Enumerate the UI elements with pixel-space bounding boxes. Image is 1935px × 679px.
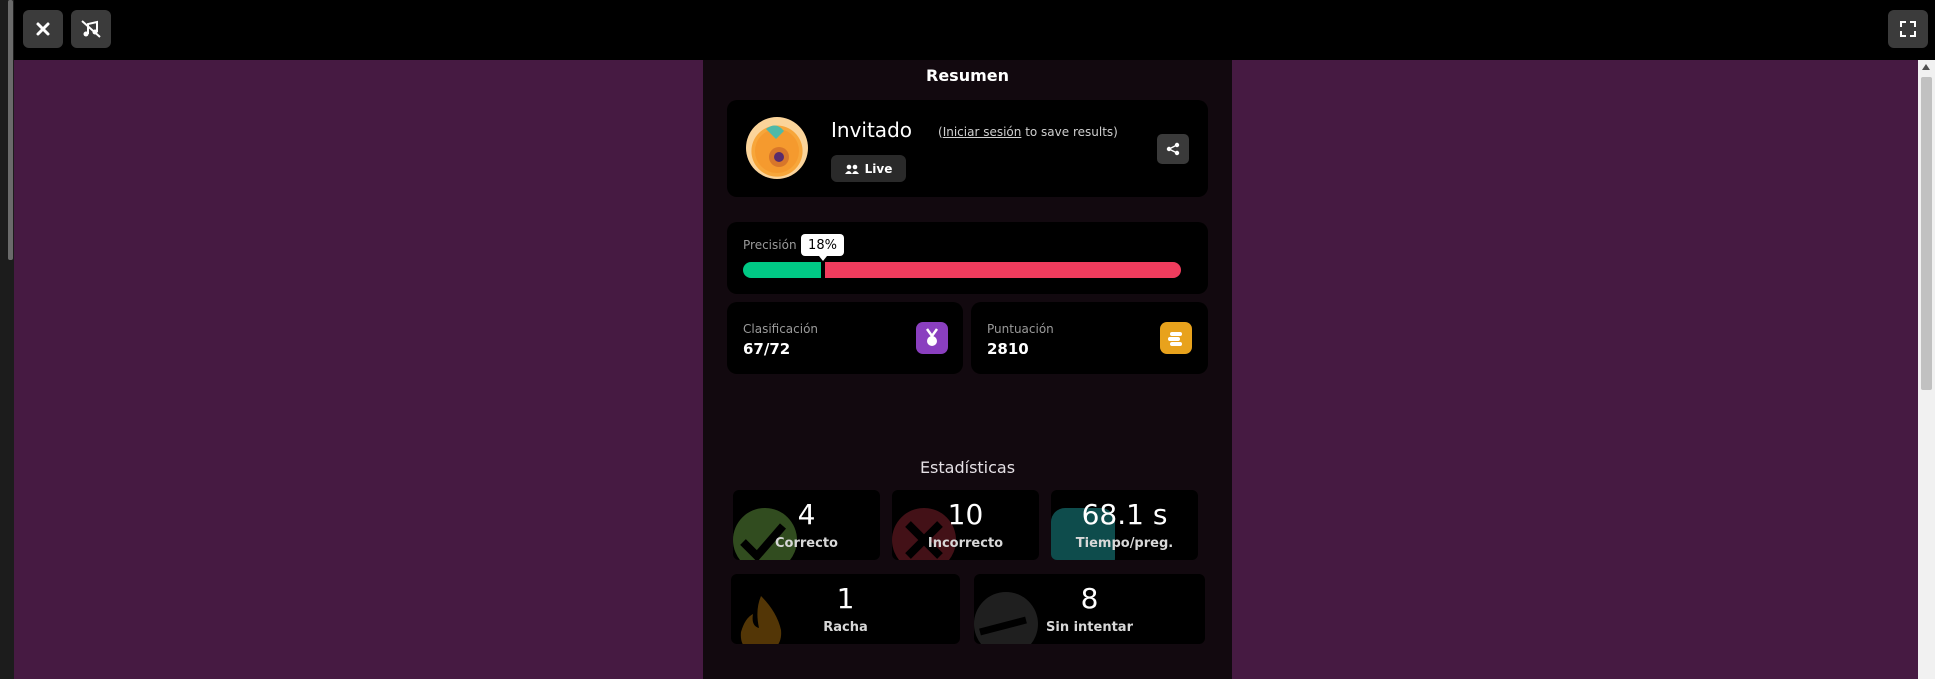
music-off-icon [81, 20, 101, 38]
stat-unattempted-value: 8 [1080, 582, 1099, 615]
live-mode-badge: Live [831, 155, 906, 182]
accuracy-incorrect-bar [825, 262, 1181, 278]
stat-streak-label: Racha [823, 620, 868, 635]
summary-title: Resumen [926, 66, 1009, 85]
page-scrollbar[interactable] [1918, 60, 1935, 679]
stat-unattempted-label: Sin intentar [1046, 620, 1133, 635]
mute-music-button[interactable] [71, 10, 111, 48]
stat-streak-value: 1 [836, 582, 855, 615]
stats-title: Estadísticas [919, 458, 1016, 477]
close-button[interactable] [23, 10, 63, 48]
stat-time-value: 68.1 s [1081, 498, 1168, 531]
medal-icon [916, 322, 948, 354]
rank-label: Clasificación [743, 322, 819, 336]
avatar-icon [755, 125, 799, 173]
rank-card: Clasificación 67/72 [727, 302, 963, 374]
stat-unattempted: 8 Sin intentar [974, 574, 1205, 644]
score-label: Puntuación [987, 322, 1054, 336]
stat-streak: 1 Racha [731, 574, 960, 644]
share-icon [1166, 142, 1180, 156]
stat-time: 68.1 s Tiempo/preg. [1051, 490, 1198, 560]
player-name: Invitado [831, 118, 912, 142]
stat-time-label: Tiempo/preg. [1075, 536, 1174, 551]
top-bar [0, 0, 1935, 60]
stat-incorrect: 10 Incorrecto [892, 490, 1039, 560]
avatar [746, 117, 808, 179]
close-icon [36, 22, 50, 36]
accuracy-correct-bar [743, 262, 821, 278]
group-icon [844, 164, 859, 174]
accuracy-label: Precisión [743, 238, 797, 252]
rank-value: 67/72 [743, 340, 791, 358]
stat-correct-value: 4 [797, 498, 816, 531]
signin-prompt: (Iniciar sesión to save results) [938, 125, 1118, 139]
fullscreen-button[interactable] [1888, 10, 1928, 48]
coins-icon [1160, 322, 1192, 354]
player-card: Invitado (Iniciar sesión to save results… [727, 100, 1208, 197]
scrollbar-thumb[interactable] [1921, 77, 1932, 390]
stat-incorrect-value: 10 [947, 498, 984, 531]
accuracy-card: Precisión 18% [727, 222, 1208, 294]
results-panel: Resumen Invitado (Iniciar sesión to save… [703, 60, 1232, 679]
score-value: 2810 [987, 340, 1029, 358]
stat-correct-label: Correcto [775, 536, 838, 551]
fullscreen-icon [1900, 21, 1916, 37]
stat-incorrect-label: Incorrecto [927, 536, 1004, 551]
signin-link[interactable]: Iniciar sesión [943, 125, 1022, 139]
left-scrollbar[interactable] [0, 0, 14, 679]
share-button[interactable] [1157, 134, 1189, 164]
score-card: Puntuación 2810 [971, 302, 1208, 374]
accuracy-tooltip: 18% [801, 234, 844, 261]
stat-correct: 4 Correcto [733, 490, 880, 560]
